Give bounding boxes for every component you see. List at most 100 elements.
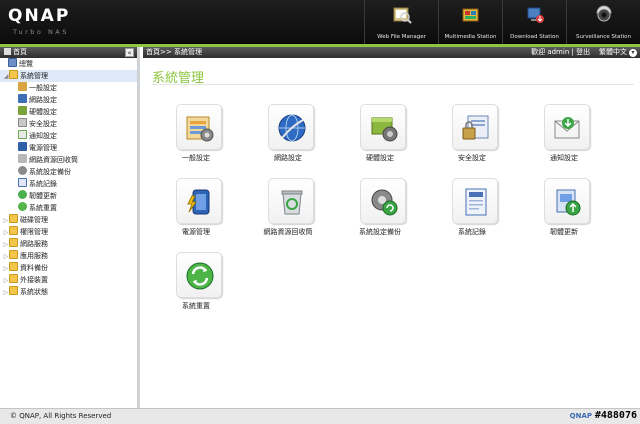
tile-network-recycle-bin[interactable]: 網路資源回收筒 [243, 178, 333, 248]
sidebar-item-overview[interactable]: 總覽 [0, 58, 137, 70]
web-file-manager-button[interactable]: Web File Manager [364, 0, 438, 44]
tile-icon-frame [360, 178, 406, 224]
sidebar-item-label: 系統狀態 [20, 288, 48, 296]
tile-power-management[interactable]: 電源管理 [151, 178, 241, 248]
sidebar-item-label: 系統設定備份 [29, 168, 71, 176]
tile-system-backup[interactable]: 系統設定備份 [335, 178, 425, 248]
notification-settings-icon [18, 130, 27, 139]
welcome-text: 歡迎 admin [531, 48, 570, 56]
sidebar-item-external-devices[interactable]: ▷ 外接裝置 [0, 274, 137, 286]
folder-icon [9, 286, 18, 295]
tile-firmware-update[interactable]: 韌體更新 [519, 178, 609, 248]
overview-icon [8, 58, 17, 67]
tile-label: 安全設定 [458, 154, 486, 162]
system-backup-icon [371, 189, 398, 216]
qnap-logo[interactable]: QNAP [8, 6, 70, 26]
power-management-icon [187, 189, 210, 215]
tile-system-logs[interactable]: 系統記錄 [427, 178, 517, 248]
breadcrumb-bar: 首頁>> 系統管理 歡迎 admin | 登出 繁體中文 ▾ [143, 47, 640, 58]
language-select[interactable]: 繁體中文 [599, 48, 627, 56]
tile-security-settings[interactable]: 安全設定 [427, 104, 517, 174]
sidebar-item-system-backup[interactable]: 系統設定備份 [0, 166, 137, 178]
separator: | [571, 48, 574, 56]
network-settings-icon [18, 94, 27, 103]
sidebar-item-label: 通知設定 [29, 132, 57, 140]
folder-icon [9, 250, 18, 259]
tile-label: 網路資源回收筒 [263, 228, 313, 236]
sidebar-item-label: 外接裝置 [20, 276, 48, 284]
sidebar-item-security-settings[interactable]: 安全設定 [0, 118, 137, 130]
firmware-update-icon [18, 190, 27, 199]
multimedia-station-button[interactable]: Multimedia Station [438, 0, 502, 44]
app-label: Download Station [510, 34, 559, 40]
sidebar-item-hardware-settings[interactable]: 硬體設定 [0, 106, 137, 118]
surveillance-station-button[interactable]: Surveillance Station [566, 0, 640, 44]
tile-system-reset[interactable]: 系統重置 [151, 252, 241, 322]
sidebar-item-network-services[interactable]: ▷ 網路服務 [0, 238, 137, 250]
folder-open-icon [9, 70, 18, 79]
sidebar-item-label: 網路服務 [20, 240, 48, 248]
breadcrumb[interactable]: 首頁>> 系統管理 [146, 48, 202, 56]
sidebar-item-label: 系統記錄 [29, 180, 57, 188]
folder-icon [9, 214, 18, 223]
sidebar-item-data-backup[interactable]: ▷ 資料備份 [0, 262, 137, 274]
watermark-text: #488076 [594, 410, 637, 421]
tile-label: 韌體更新 [550, 228, 578, 236]
sidebar-item-label: 總覽 [19, 60, 33, 68]
sidebar-item-network-recycle-bin[interactable]: 網路資源回收筒 [0, 154, 137, 166]
sidebar-item-access-management[interactable]: ▷ 權限管理 [0, 226, 137, 238]
tile-general-settings[interactable]: 一般設定 [151, 104, 241, 174]
network-recycle-bin-icon [18, 154, 27, 163]
tile-label: 通知設定 [550, 154, 578, 162]
sidebar-item-firmware-update[interactable]: 韌體更新 [0, 190, 137, 202]
network-recycle-bin-icon [281, 190, 303, 215]
tile-icon-frame [544, 104, 590, 150]
app-label: Multimedia Station [444, 34, 497, 40]
copyright-text: © QNAP, All Rights Reserved [10, 412, 112, 420]
logo-subtitle: Turbo NAS [13, 28, 69, 36]
sidebar-item-general-settings[interactable]: 一般設定 [0, 82, 137, 94]
system-logs-icon [465, 188, 487, 216]
sidebar-item-system-reset[interactable]: 系統重置 [0, 202, 137, 214]
tile-network-settings[interactable]: 網路設定 [243, 104, 333, 174]
sidebar-item-label: 應用服務 [20, 252, 48, 260]
system-reset-icon [18, 202, 27, 211]
tile-label: 一般設定 [182, 154, 210, 162]
sidebar-item-notification-settings[interactable]: 通知設定 [0, 130, 137, 142]
sidebar-item-power-management[interactable]: 電源管理 [0, 142, 137, 154]
hardware-settings-icon [371, 117, 398, 142]
tile-label: 系統記錄 [458, 228, 486, 236]
chevron-down-icon[interactable]: ▾ [629, 49, 637, 57]
folder-icon [9, 226, 18, 235]
sidebar-item-label: 資料備份 [20, 264, 48, 272]
web-file-manager-icon [393, 7, 412, 24]
sidebar-item-system-status[interactable]: ▷ 系統狀態 [0, 286, 137, 298]
collapse-sidebar-button[interactable]: « [125, 48, 134, 57]
top-header: QNAP Turbo NAS Web File Manager Multimed… [0, 0, 640, 44]
tile-label: 系統設定備份 [359, 228, 401, 236]
tile-icon-frame [268, 104, 314, 150]
sidebar-item-label: 權限管理 [20, 228, 48, 236]
home-icon [4, 48, 11, 55]
sidebar-item-label: 韌體更新 [29, 192, 57, 200]
sidebar-title: 首頁 [13, 48, 27, 56]
sidebar-item-system-logs[interactable]: 系統記錄 [0, 178, 137, 190]
app-label: Surveillance Station [575, 34, 632, 40]
folder-icon [9, 274, 18, 283]
tile-label: 網路設定 [274, 154, 302, 162]
tile-icon-frame [360, 104, 406, 150]
sidebar-item-disk-management[interactable]: ▷ 磁碟管理 [0, 214, 137, 226]
surveillance-station-icon [595, 5, 612, 22]
logout-link[interactable]: 登出 [576, 48, 590, 56]
tile-notification-settings[interactable]: 通知設定 [519, 104, 609, 174]
sidebar-item-network-settings[interactable]: 網路設定 [0, 94, 137, 106]
sidebar-item-application-services[interactable]: ▷ 應用服務 [0, 250, 137, 262]
sidebar-item-system-admin[interactable]: ◢ 系統管理 [0, 70, 137, 82]
sidebar-item-label: 硬體設定 [29, 108, 57, 116]
app-launcher: Web File Manager Multimedia Station Down… [364, 0, 640, 44]
app-label: Web File Manager [377, 34, 426, 40]
tile-hardware-settings[interactable]: 硬體設定 [335, 104, 425, 174]
tile-icon-frame [176, 252, 222, 298]
download-station-button[interactable]: Download Station [502, 0, 566, 44]
main-content: 首頁>> 系統管理 歡迎 admin | 登出 繁體中文 ▾ 系統管理 一般設定… [143, 47, 640, 408]
